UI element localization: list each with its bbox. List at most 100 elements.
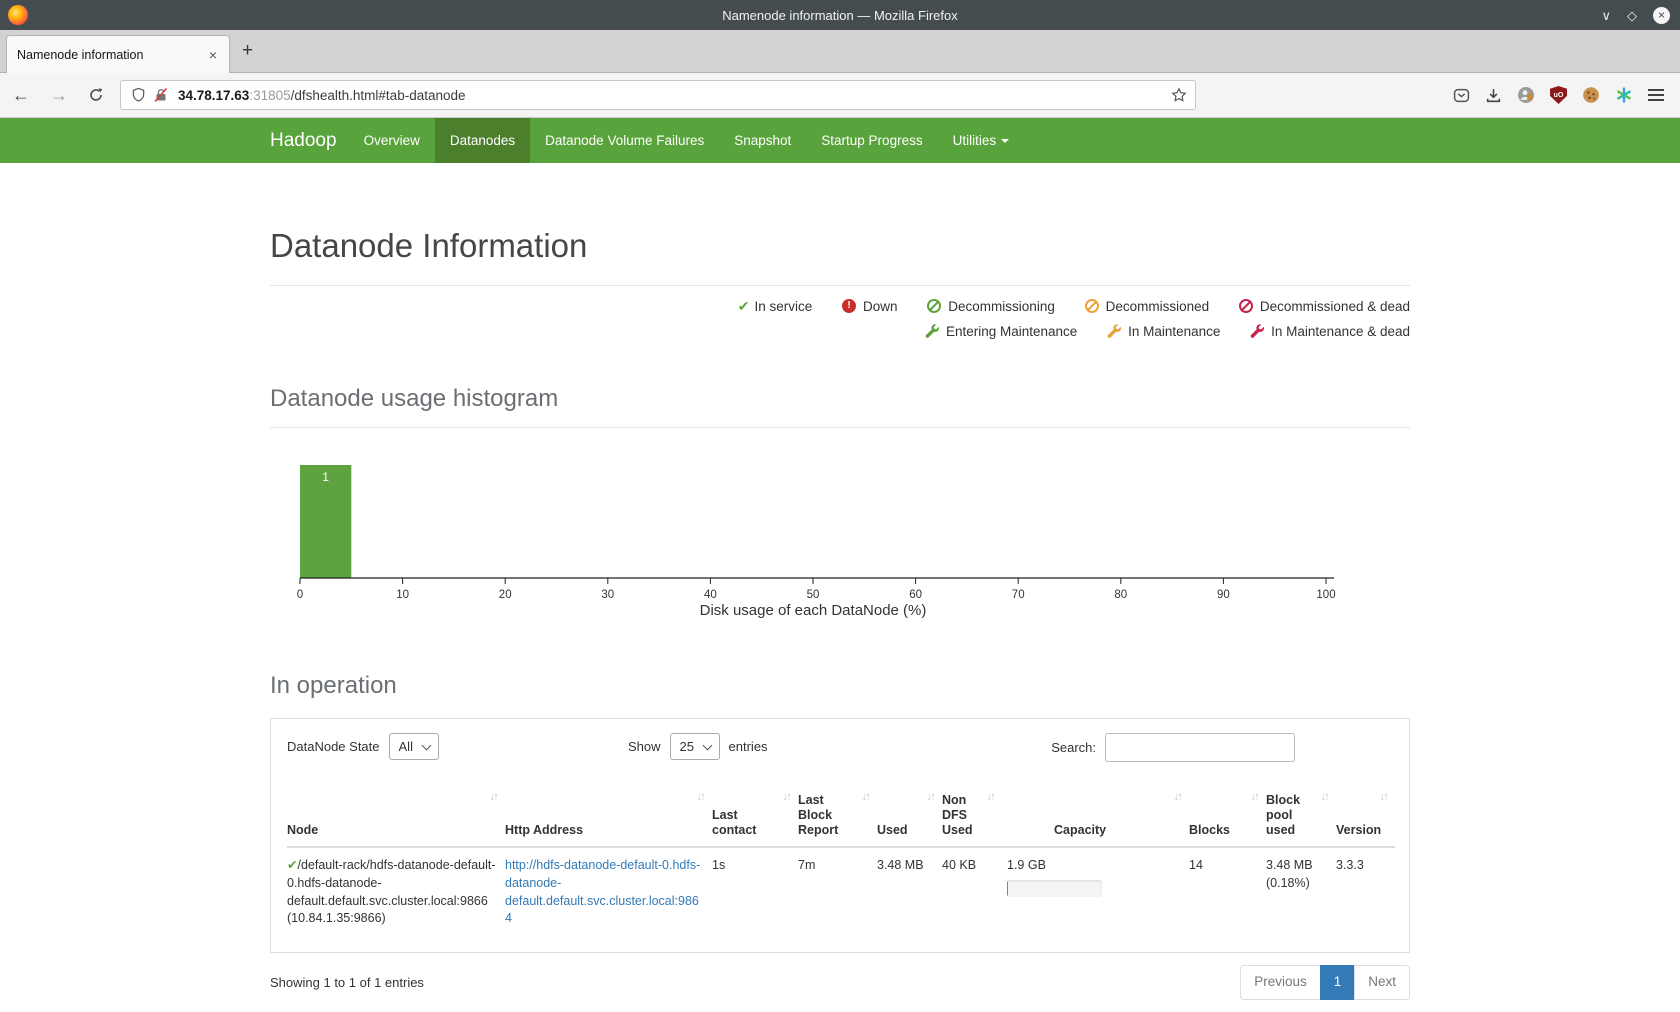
- datanode-state-select[interactable]: All: [389, 733, 439, 760]
- hadoop-navbar: Hadoop Overview Datanodes Datanode Volum…: [0, 118, 1680, 163]
- nav-item-datanode-volume-failures[interactable]: Datanode Volume Failures: [530, 118, 719, 163]
- cookie-extension-icon[interactable]: [1582, 86, 1600, 104]
- sort-icon[interactable]: ↓↑: [1174, 791, 1182, 805]
- svg-text:100: 100: [1316, 589, 1335, 601]
- svg-text:90: 90: [1217, 589, 1230, 601]
- ban-icon: [1239, 299, 1253, 313]
- svg-text:0: 0: [297, 589, 303, 601]
- block-pool-used-cell: 3.48 MB (0.18%): [1266, 847, 1336, 938]
- forward-icon[interactable]: →: [50, 86, 68, 104]
- sort-icon[interactable]: ↓↑: [862, 791, 870, 805]
- tracking-shield-icon[interactable]: [131, 87, 146, 103]
- pagination-previous[interactable]: Previous: [1240, 965, 1321, 1000]
- nav-item-startup-progress[interactable]: Startup Progress: [806, 118, 937, 163]
- sort-icon[interactable]: ↓↑: [1380, 791, 1388, 805]
- url-text: 34.78.17.63:31805/dfshealth.html#tab-dat…: [178, 88, 466, 103]
- back-icon[interactable]: ←: [12, 86, 30, 104]
- column-header-last-block-report[interactable]: Last Block Report↓↑: [798, 779, 877, 847]
- svg-text:1: 1: [322, 470, 329, 484]
- last-block-report-cell: 7m: [798, 847, 877, 938]
- check-icon: ✔: [738, 298, 750, 314]
- column-header-last-contact[interactable]: Last contact↓↑: [712, 779, 798, 847]
- minimize-icon[interactable]: ∨: [1601, 9, 1611, 22]
- column-header-non-dfs-used[interactable]: Non DFS Used↓↑: [942, 779, 1002, 847]
- entries-label: entries: [729, 739, 768, 754]
- column-header-used[interactable]: Used↓↑: [877, 779, 942, 847]
- ban-icon: [927, 299, 941, 313]
- chevron-down-icon: [1001, 139, 1009, 143]
- pagination: Previous 1 Next: [1241, 965, 1410, 1000]
- legend-in-maintenance-dead: In Maintenance & dead: [1250, 324, 1410, 339]
- sort-icon[interactable]: ↓↑: [927, 791, 935, 805]
- operation-section-title: In operation: [270, 672, 1410, 700]
- sort-icon[interactable]: ↓↑: [987, 791, 995, 805]
- datanode-usage-histogram: 10102030405060708090100Disk usage of eac…: [270, 436, 1410, 624]
- pagination-next[interactable]: Next: [1354, 965, 1410, 1000]
- ublock-origin-icon[interactable]: uO: [1550, 86, 1567, 104]
- histogram-section-title: Datanode usage histogram: [270, 385, 1410, 413]
- search-label: Search:: [1051, 740, 1096, 755]
- account-extension-icon[interactable]: [1517, 86, 1535, 104]
- url-host: 34.78.17.63: [178, 88, 249, 103]
- nav-item-overview[interactable]: Overview: [349, 118, 435, 163]
- divider: [270, 285, 1410, 286]
- datanode-table: Node↓↑ Http Address↓↑ Last contact↓↑ Las…: [287, 779, 1395, 938]
- http-address-link[interactable]: http://hdfs-datanode-default-0.hdfs-data…: [505, 858, 700, 925]
- page-title: Datanode Information: [270, 227, 1410, 265]
- wrench-icon: [925, 324, 939, 338]
- browser-tab[interactable]: Namenode information ×: [6, 35, 230, 73]
- legend-decommissioned-dead: Decommissioned & dead: [1239, 299, 1410, 314]
- svg-text:80: 80: [1114, 589, 1127, 601]
- last-contact-cell: 1s: [712, 847, 798, 938]
- show-entries-select[interactable]: 25: [670, 733, 720, 760]
- datanode-state-label: DataNode State: [287, 739, 380, 754]
- close-window-icon[interactable]: ×: [1653, 7, 1670, 24]
- column-header-version[interactable]: Version↓↑: [1336, 779, 1395, 847]
- ban-icon: [1085, 299, 1099, 313]
- blocks-cell: 14: [1189, 847, 1266, 938]
- downloads-icon[interactable]: [1485, 87, 1502, 104]
- legend-entering-maintenance: Entering Maintenance: [925, 324, 1077, 339]
- maximize-icon[interactable]: ◇: [1627, 9, 1637, 22]
- sort-icon[interactable]: ↓↑: [1321, 791, 1329, 805]
- sort-icon[interactable]: ↓↑: [697, 791, 705, 805]
- svg-text:20: 20: [499, 589, 512, 601]
- exclamation-circle-icon: !: [842, 299, 856, 313]
- navbar-brand[interactable]: Hadoop: [270, 118, 337, 163]
- sort-icon[interactable]: ↓↑: [1251, 791, 1259, 805]
- datanode-table-panel: DataNode State All Show 25 entries Searc…: [270, 718, 1410, 953]
- svg-text:Disk usage of each DataNode (%: Disk usage of each DataNode (%): [700, 602, 927, 619]
- show-label: Show: [628, 739, 661, 754]
- new-tab-button[interactable]: +: [242, 38, 253, 64]
- url-port: :31805: [249, 88, 290, 103]
- pocket-icon[interactable]: [1453, 87, 1470, 104]
- sort-icon[interactable]: ↓↑: [490, 791, 498, 805]
- tab-bar: Namenode information × +: [0, 30, 1680, 73]
- column-header-blocks[interactable]: Blocks↓↑: [1189, 779, 1266, 847]
- insecure-lock-icon[interactable]: [153, 87, 169, 103]
- menu-icon[interactable]: [1648, 89, 1664, 101]
- nav-item-datanodes[interactable]: Datanodes: [435, 118, 530, 163]
- search-input[interactable]: [1105, 733, 1295, 762]
- bookmark-star-icon[interactable]: [1171, 87, 1187, 108]
- table-row: ✔/default-rack/hdfs-datanode-default-0.h…: [287, 847, 1395, 938]
- tab-close-icon[interactable]: ×: [207, 47, 219, 63]
- legend-decommissioning: Decommissioning: [927, 299, 1055, 314]
- status-legend: ✔In service !Down Decommissioning Decomm…: [270, 298, 1410, 339]
- column-header-block-pool-used[interactable]: Block pool used↓↑: [1266, 779, 1336, 847]
- column-header-http-address[interactable]: Http Address↓↑: [505, 779, 712, 847]
- asterisk-extension-icon[interactable]: [1615, 86, 1633, 104]
- http-address-cell: http://hdfs-datanode-default-0.hdfs-data…: [505, 847, 712, 938]
- pagination-page-1[interactable]: 1: [1320, 965, 1356, 1000]
- wrench-icon: [1107, 324, 1121, 338]
- svg-text:60: 60: [909, 589, 922, 601]
- nav-item-utilities[interactable]: Utilities: [938, 118, 1025, 163]
- sort-icon[interactable]: ↓↑: [783, 791, 791, 805]
- window-title: Namenode information — Mozilla Firefox: [0, 8, 1680, 23]
- column-header-node[interactable]: Node↓↑: [287, 779, 505, 847]
- url-bar[interactable]: 34.78.17.63:31805/dfshealth.html#tab-dat…: [120, 80, 1196, 110]
- nav-item-snapshot[interactable]: Snapshot: [719, 118, 806, 163]
- column-header-capacity[interactable]: Capacity↓↑: [1002, 779, 1189, 847]
- svg-text:30: 30: [601, 589, 614, 601]
- reload-icon[interactable]: [88, 87, 104, 103]
